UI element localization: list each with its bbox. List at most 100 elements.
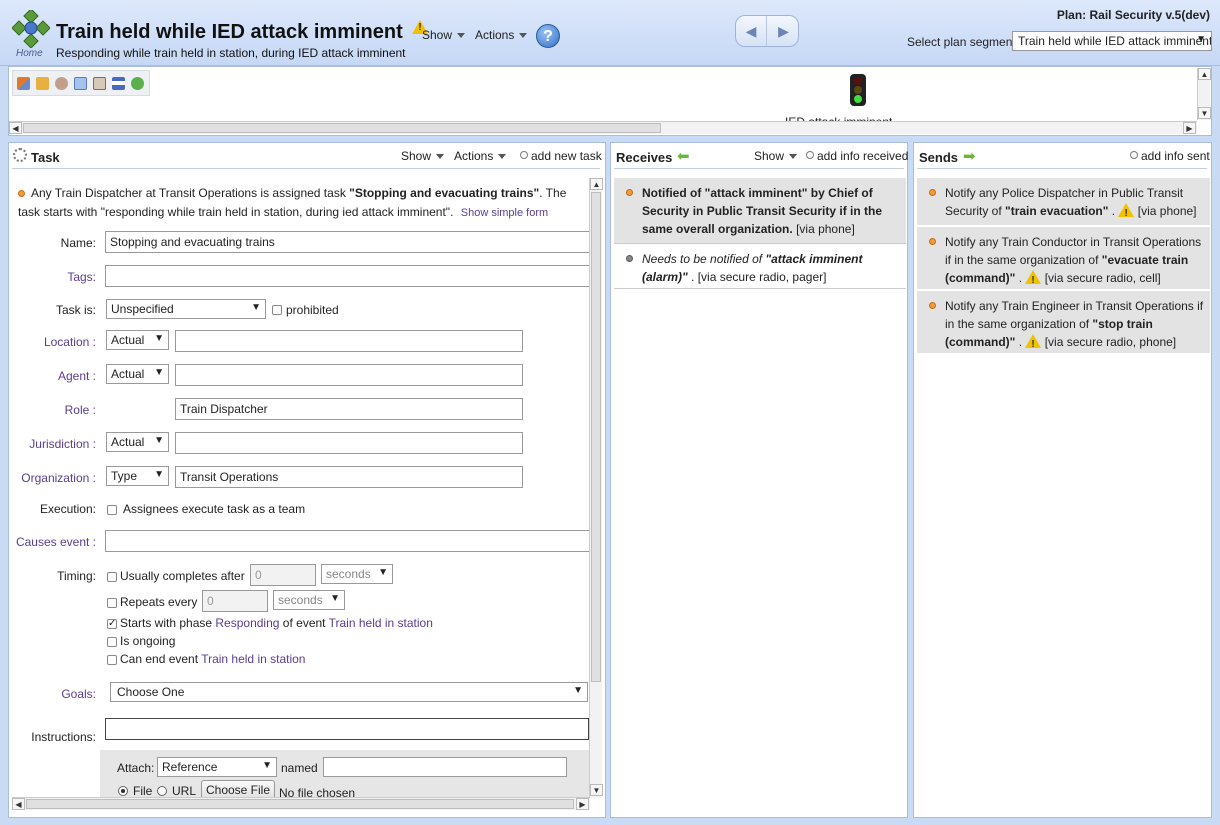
completes-value-input[interactable]: 0: [250, 564, 316, 586]
back-button[interactable]: ◀: [736, 16, 767, 46]
prohibited-checkbox[interactable]: [272, 305, 282, 315]
send-item[interactable]: Notify any Train Engineer in Transit Ope…: [917, 290, 1210, 354]
goals-label[interactable]: Goals:: [14, 687, 96, 701]
page-title-text: Train held while IED attack imminent: [56, 21, 403, 43]
green-light: [854, 95, 862, 103]
completes-unit-select[interactable]: seconds ▼: [321, 564, 393, 584]
execution-text: Assignees execute task as a team: [123, 502, 306, 516]
receive-prefix: Needs to be notified of: [642, 252, 766, 266]
starts-with-phase-row: Starts with phase Responding of event Tr…: [120, 616, 433, 630]
can-end-event-link[interactable]: Train held in station: [201, 652, 305, 666]
file-radio[interactable]: [118, 786, 128, 796]
layout-icon[interactable]: [17, 77, 30, 90]
task-actions-label: Actions: [454, 149, 494, 163]
starts-with-phase-checkbox[interactable]: ✓: [107, 619, 117, 629]
location-label[interactable]: Location :: [14, 335, 96, 349]
of-event-label: of event: [282, 616, 326, 630]
can-end-event-checkbox[interactable]: [107, 655, 117, 665]
send-item[interactable]: Notify any Police Dispatcher in Public T…: [917, 178, 1210, 226]
task-actions-menu[interactable]: Actions: [454, 149, 507, 163]
scroll-left-icon[interactable]: ◀: [12, 798, 25, 810]
scroll-down-icon[interactable]: ▼: [590, 784, 603, 796]
name-input[interactable]: Stopping and evacuating trains: [105, 231, 590, 253]
actions-menu-label: Actions: [475, 28, 515, 42]
role-input[interactable]: Train Dispatcher: [175, 398, 523, 420]
location-type-select[interactable]: Actual ▼: [106, 330, 169, 350]
receive-item[interactable]: Needs to be notified of "attack imminent…: [614, 243, 906, 289]
goals-select[interactable]: Choose One ▼: [110, 682, 588, 702]
panel-divider: [614, 168, 904, 169]
attach-name-input[interactable]: [323, 757, 567, 777]
scroll-right-icon[interactable]: ▶: [576, 798, 589, 810]
repeats-checkbox[interactable]: [107, 598, 117, 608]
organization-label[interactable]: Organization :: [14, 471, 96, 485]
help-icon[interactable]: ?: [536, 24, 560, 48]
agent-input[interactable]: [175, 364, 523, 386]
add-new-task-link[interactable]: add new task: [520, 149, 602, 163]
task-vertical-scrollbar[interactable]: ▲ ▼: [589, 178, 603, 798]
url-radio[interactable]: [157, 786, 167, 796]
agent-type-select[interactable]: Actual ▼: [106, 364, 169, 384]
role-label[interactable]: Role :: [14, 403, 96, 417]
organization-input[interactable]: Transit Operations: [175, 466, 523, 488]
scroll-thumb[interactable]: [23, 123, 661, 133]
warning-icon: [1025, 334, 1042, 354]
phase-link[interactable]: Responding: [215, 616, 279, 630]
add-info-received-link[interactable]: add info received: [806, 149, 908, 163]
is-ongoing-label: Is ongoing: [120, 634, 176, 648]
grid-icon[interactable]: [112, 77, 125, 90]
chevron-down-icon: ▼: [154, 333, 164, 344]
forward-button[interactable]: ▶: [768, 16, 799, 46]
receives-show-menu[interactable]: Show: [754, 149, 798, 163]
completes-checkbox[interactable]: [107, 572, 117, 582]
scroll-thumb[interactable]: [26, 799, 574, 809]
arrow-left-icon: ⬅: [677, 148, 690, 165]
scroll-up-icon[interactable]: ▲: [1198, 68, 1211, 80]
is-ongoing-checkbox[interactable]: [107, 637, 117, 647]
tags-input[interactable]: [105, 265, 590, 287]
send-item[interactable]: Notify any Train Conductor in Transit Op…: [917, 226, 1210, 290]
causes-event-label[interactable]: Causes event :: [10, 535, 96, 549]
home-label[interactable]: Home: [16, 48, 43, 59]
repeats-value-input[interactable]: 0: [202, 590, 268, 612]
jurisdiction-label[interactable]: Jurisdiction :: [14, 437, 96, 451]
event-link[interactable]: Train held in station: [329, 616, 433, 630]
zoom-icon[interactable]: [74, 77, 87, 90]
task-is-value: Unspecified: [111, 302, 174, 316]
chevron-down-icon: ▼: [251, 302, 261, 313]
fit-icon[interactable]: [93, 77, 106, 90]
execution-checkbox[interactable]: [107, 505, 117, 515]
receive-item[interactable]: Notified of "attack imminent" by Chief o…: [614, 178, 906, 244]
instructions-textarea[interactable]: [105, 718, 589, 740]
flow-horizontal-scrollbar[interactable]: ◀ ▶: [9, 121, 1197, 134]
export-icon[interactable]: [36, 77, 49, 90]
add-info-sent-link[interactable]: add info sent: [1130, 149, 1210, 163]
show-menu[interactable]: Show: [422, 28, 466, 42]
location-input[interactable]: [175, 330, 523, 352]
home-logo-icon[interactable]: [11, 8, 51, 49]
refresh-icon[interactable]: [131, 77, 144, 90]
segment-select[interactable]: Train held while IED attack imminent ▼: [1012, 31, 1212, 51]
actions-menu[interactable]: Actions: [475, 28, 528, 42]
show-menu-label: Show: [422, 28, 453, 42]
tags-label[interactable]: Tags:: [14, 270, 96, 284]
causes-event-input[interactable]: [105, 530, 590, 552]
scroll-up-icon[interactable]: ▲: [590, 178, 603, 190]
task-show-menu[interactable]: Show: [401, 149, 445, 163]
scroll-thumb[interactable]: [591, 192, 601, 682]
show-simple-form-link[interactable]: Show simple form: [461, 207, 548, 219]
jurisdiction-type-select[interactable]: Actual ▼: [106, 432, 169, 452]
task-is-select[interactable]: Unspecified ▼: [106, 299, 266, 319]
attach-type-select[interactable]: Reference ▼: [157, 757, 277, 777]
scroll-left-icon[interactable]: ◀: [9, 122, 22, 134]
scroll-right-icon[interactable]: ▶: [1183, 122, 1196, 134]
settings-icon[interactable]: [55, 77, 68, 90]
organization-type-select[interactable]: Type ▼: [106, 466, 169, 486]
scroll-down-icon[interactable]: ▼: [1198, 107, 1211, 119]
goals-value: Choose One: [117, 685, 185, 699]
agent-label[interactable]: Agent :: [14, 369, 96, 383]
flow-vertical-scrollbar[interactable]: ▲ ▼: [1197, 68, 1211, 120]
task-horizontal-scrollbar[interactable]: ◀ ▶: [12, 797, 590, 810]
repeats-unit-select[interactable]: seconds ▼: [273, 590, 345, 610]
jurisdiction-input[interactable]: [175, 432, 523, 454]
